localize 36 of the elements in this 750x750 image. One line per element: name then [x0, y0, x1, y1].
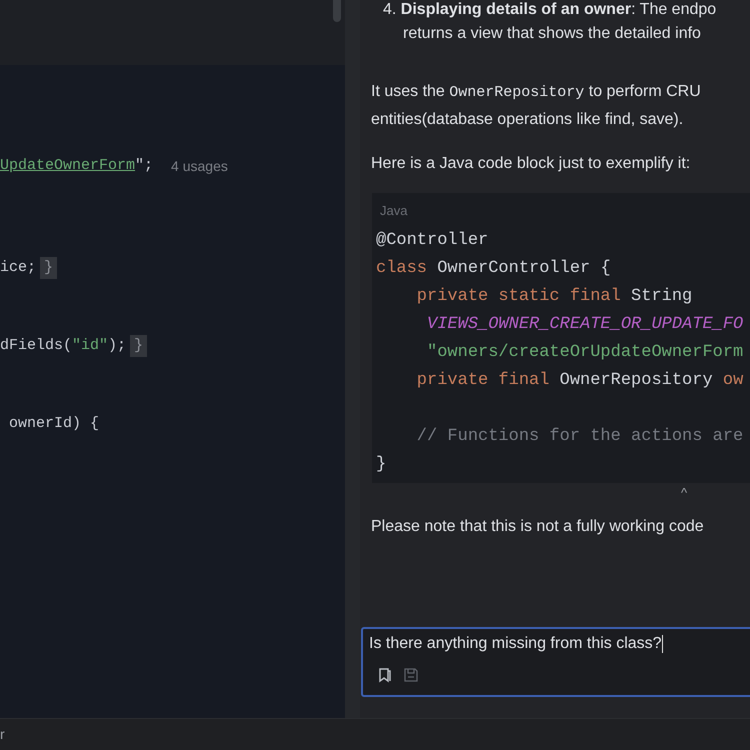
code-token: dFields( — [0, 336, 72, 356]
code-token: OwnerRepository — [558, 371, 714, 390]
folded-code-marker[interactable]: } — [40, 256, 58, 280]
code-token: "; — [135, 156, 154, 176]
code-editor[interactable]: UpdateOwnerForm"; 4 usages ice; } dFields("id"); } ownerId) { — [0, 65, 345, 718]
code-token: private static final — [416, 287, 621, 306]
code-token: @Controller — [376, 231, 488, 250]
folded-code-marker[interactable]: } — [130, 334, 148, 358]
code-token: "id" — [72, 336, 108, 356]
code-token: "owners/createOrUpdateOwnerForm — [426, 343, 744, 362]
code-token: UpdateOwnerForm — [0, 156, 136, 176]
usages-hint[interactable]: 4 usages — [171, 156, 228, 176]
list-item-text: 4. Displaying details of an owner: The endpo — [383, 0, 718, 20]
status-text: r — [0, 725, 5, 744]
message-input-field[interactable]: Is there anything missing from this class? — [361, 627, 750, 697]
code-token: ice; — [0, 258, 36, 278]
language-label: Java — [380, 202, 408, 220]
code-token: class — [376, 259, 428, 278]
code-token: VIEWS_OWNER_CREATE_OR_UPDATE_FO — [426, 315, 744, 334]
code-token: ); — [108, 336, 126, 356]
bookmark-icon[interactable] — [377, 667, 393, 683]
list-item-text: returns a view that shows the detailed info — [403, 24, 702, 44]
code-token: OwnerController { — [436, 259, 611, 278]
code-token: String — [630, 287, 692, 306]
paragraph-text: entities(database operations like find, save). — [371, 110, 684, 130]
save-icon[interactable] — [403, 667, 419, 683]
code-token: } — [376, 455, 386, 474]
code-token: private final — [416, 371, 550, 390]
scrollbar-thumb[interactable] — [333, 0, 341, 22]
paragraph-text: It uses the OwnerRepository to perform CRU — [371, 82, 702, 103]
collapse-caret[interactable]: ^ — [681, 483, 688, 503]
code-token: // Functions for the actions are — [416, 427, 744, 446]
note-text: Please note that this is not a fully working code — [371, 517, 705, 537]
code-token: ow — [722, 371, 744, 390]
paragraph-text: Here is a Java code block just to exemplify it: — [371, 154, 692, 174]
code-token: ownerId) { — [8, 414, 100, 434]
